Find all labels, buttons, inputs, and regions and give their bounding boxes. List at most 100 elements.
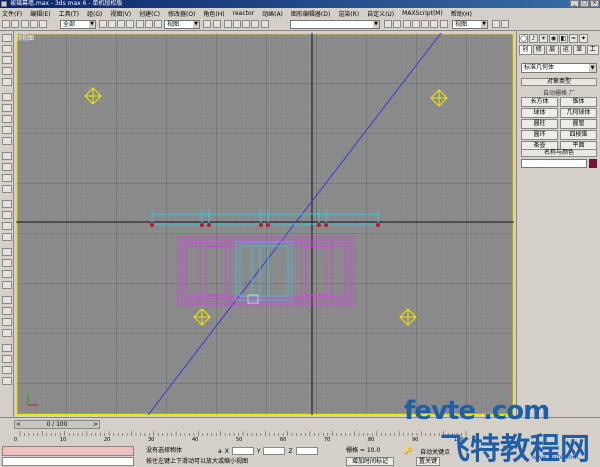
menu-edit[interactable]: 编辑(E): [30, 9, 50, 18]
edit-named-selection-icon[interactable]: [261, 20, 269, 28]
move-icon[interactable]: [136, 20, 144, 28]
cylinder-button[interactable]: 圆柱: [521, 119, 558, 129]
auto-key-button[interactable]: 自动关键点: [420, 447, 450, 456]
select-by-name-icon[interactable]: [108, 20, 116, 28]
geometry-type-dropdown[interactable]: 标准几何体 ▼: [521, 63, 597, 73]
lights-icon[interactable]: ☀: [539, 34, 548, 43]
tab-modify[interactable]: 修: [532, 45, 545, 55]
shapes-icon[interactable]: ♪: [529, 34, 538, 43]
object-name-input[interactable]: [521, 159, 587, 168]
space-warps-icon[interactable]: ≈: [569, 34, 578, 43]
menu-views[interactable]: 视图(V): [110, 9, 131, 18]
autogrid-checkbox[interactable]: 自动栅格 厂: [521, 88, 597, 97]
layer-manager-icon[interactable]: [403, 20, 411, 28]
add-time-tag-button[interactable]: 增加时间标记: [346, 457, 394, 466]
tool-button-16[interactable]: [2, 211, 12, 219]
box-button[interactable]: 长方体: [521, 97, 558, 107]
unlink-icon[interactable]: [30, 20, 38, 28]
object-type-rollout[interactable]: 对象类型: [521, 78, 597, 86]
set-key-button[interactable]: 置关键: [416, 457, 440, 466]
tab-hierarchy[interactable]: 层: [546, 45, 559, 55]
menu-maxscript[interactable]: MAXScript(M): [402, 10, 443, 17]
menu-animation[interactable]: 动画(A): [262, 9, 283, 18]
geosphere-button[interactable]: 几何球体: [560, 108, 597, 118]
tool-button-23[interactable]: [2, 296, 12, 304]
align-icon[interactable]: [393, 20, 401, 28]
viewport-canvas[interactable]: [16, 33, 514, 415]
selection-filter-dropdown[interactable]: 全部 ▼: [60, 20, 96, 29]
menu-file[interactable]: 文件(F): [2, 9, 22, 18]
menu-character[interactable]: 角色(H): [203, 9, 224, 18]
menu-rendering[interactable]: 渲染(R): [338, 9, 359, 18]
tool-button-27[interactable]: [2, 344, 12, 352]
redo-icon[interactable]: [11, 20, 19, 28]
time-slider-next[interactable]: >: [93, 421, 98, 428]
selection-lock-icon[interactable]: a: [218, 448, 222, 455]
tool-button-4[interactable]: [2, 67, 12, 75]
tool-button-18[interactable]: [2, 233, 12, 241]
tool-button-12[interactable]: [2, 163, 12, 171]
angle-snap-icon[interactable]: [233, 20, 241, 28]
tool-button-26[interactable]: [2, 329, 12, 337]
top-viewport[interactable]: 顶视图: [14, 31, 516, 417]
menu-reactor[interactable]: reactor: [233, 10, 255, 17]
menu-create[interactable]: 创建(C): [139, 9, 160, 18]
tool-button-29[interactable]: [2, 366, 12, 374]
tool-button-15[interactable]: [2, 200, 12, 208]
tool-button-3[interactable]: [2, 56, 12, 64]
scale-icon[interactable]: [154, 20, 162, 28]
tool-button-30[interactable]: [2, 377, 12, 385]
tool-button-28[interactable]: [2, 355, 12, 363]
tool-button-22[interactable]: [2, 281, 12, 289]
viewport-label[interactable]: 顶视图: [16, 33, 34, 42]
object-color-swatch[interactable]: [589, 159, 597, 168]
percent-snap-icon[interactable]: [242, 20, 250, 28]
bind-warp-icon[interactable]: [39, 20, 47, 28]
tool-button-11[interactable]: [2, 152, 12, 160]
name-and-color-rollout[interactable]: 名称与颜色: [521, 149, 597, 157]
tool-button-25[interactable]: [2, 318, 12, 326]
menu-graph-editors[interactable]: 图形编辑器(D): [291, 9, 330, 18]
time-slider[interactable]: < 0 / 100 >: [14, 420, 100, 429]
tube-button[interactable]: 圆管: [560, 119, 597, 129]
sphere-button[interactable]: 球体: [521, 108, 558, 118]
torus-button[interactable]: 圆环: [521, 130, 558, 140]
select-manipulate-icon[interactable]: [213, 20, 221, 28]
coord-x-field[interactable]: [231, 447, 254, 455]
quick-render-icon[interactable]: [492, 20, 500, 28]
select-object-icon[interactable]: [99, 20, 107, 28]
tab-create[interactable]: 创: [519, 45, 532, 55]
tab-display[interactable]: 显: [573, 45, 586, 55]
menu-group[interactable]: 组(G): [87, 9, 102, 18]
coord-y-field[interactable]: [263, 447, 286, 455]
systems-icon[interactable]: ✦: [579, 34, 588, 43]
tool-button-17[interactable]: [2, 222, 12, 230]
coord-z-field[interactable]: [295, 447, 318, 455]
cone-button[interactable]: 锥体: [560, 97, 597, 107]
region-select-icon[interactable]: [117, 20, 125, 28]
curve-editor-icon[interactable]: [412, 20, 420, 28]
tool-button-9[interactable]: [2, 126, 12, 134]
window-crossing-icon[interactable]: [126, 20, 134, 28]
rotate-icon[interactable]: [145, 20, 153, 28]
track-bar[interactable]: [14, 430, 516, 444]
tool-button-2[interactable]: [2, 45, 12, 53]
tool-button-21[interactable]: [2, 270, 12, 278]
pyramid-button[interactable]: 四棱锥: [560, 130, 597, 140]
tool-button-8[interactable]: [2, 115, 12, 123]
helpers-icon[interactable]: ◧: [559, 34, 568, 43]
tool-button-13[interactable]: [2, 174, 12, 182]
menu-customize[interactable]: 自定义(U): [367, 9, 394, 18]
tool-button-19[interactable]: [2, 248, 12, 256]
tool-button-6[interactable]: [2, 93, 12, 101]
maxscript-listener-white[interactable]: [2, 457, 134, 466]
reference-coordinate-dropdown[interactable]: 视图 ▼: [164, 20, 200, 29]
tool-button-24[interactable]: [2, 307, 12, 315]
geometry-icon[interactable]: ◯: [519, 34, 528, 43]
maximize-button[interactable]: □: [580, 0, 589, 7]
menu-modifiers[interactable]: 修改器(O): [168, 9, 195, 18]
maxscript-listener-pink[interactable]: [2, 446, 134, 456]
menu-tools[interactable]: 工具(T): [59, 9, 79, 18]
render-scene-icon[interactable]: [440, 20, 448, 28]
link-icon[interactable]: [21, 20, 29, 28]
